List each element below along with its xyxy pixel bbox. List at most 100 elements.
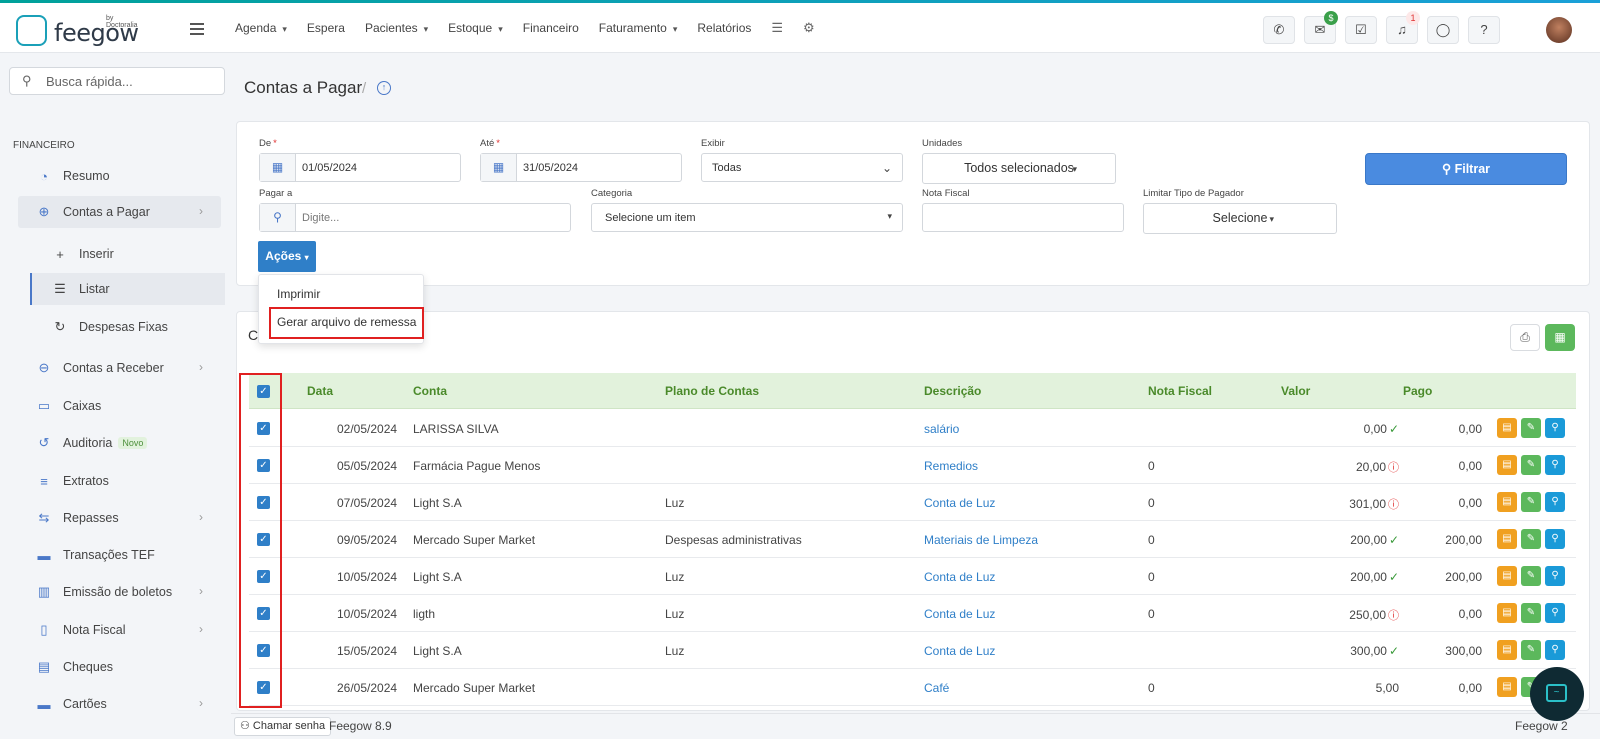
cell-descricao-link[interactable]: Conta de Luz	[924, 644, 995, 658]
table-view-button[interactable]: ▦	[1545, 324, 1575, 351]
top-bar: feegow by Doctoralia Agenda Espera Pacie…	[0, 3, 1600, 53]
cell-descricao-link[interactable]: Conta de Luz	[924, 607, 995, 621]
sidebar-item-listar[interactable]: ☰ Listar	[30, 273, 225, 305]
sidebar-item-despesas-fixas[interactable]: ↻ Despesas Fixas	[18, 311, 221, 343]
view-button[interactable]: ⚲	[1545, 603, 1565, 623]
edit-button[interactable]: ✎	[1521, 566, 1541, 586]
sidebar-item-emissao-boletos[interactable]: ▥ Emissão de boletos ›	[18, 576, 221, 608]
ate-date-value: 31/05/2024	[523, 162, 579, 174]
chat-button[interactable]: ◯	[1427, 16, 1459, 44]
sidebar-item-contas-receber[interactable]: ⊖ Contas a Receber ›	[18, 352, 221, 384]
edit-button[interactable]: ✎	[1521, 603, 1541, 623]
sidebar-item-transacoes-tef[interactable]: ▬ Transações TEF	[18, 539, 221, 571]
receipt-button[interactable]: ▤	[1497, 492, 1517, 512]
print-button[interactable]: ⎙	[1510, 324, 1540, 351]
new-badge: Novo	[118, 437, 148, 449]
nav-agenda[interactable]: Agenda	[235, 21, 287, 35]
support-fab[interactable]: ~	[1530, 667, 1584, 721]
sidebar-item-auditoria[interactable]: ↺ Auditoria Novo	[18, 427, 221, 459]
cell-descricao-link[interactable]: Remedios	[924, 459, 978, 473]
table-row[interactable]: ✓ 05/05/2024 Farmácia Pague Menos Remedios 0…	[249, 447, 1576, 484]
tasks-button[interactable]: ☑	[1345, 16, 1377, 44]
pagar-a-field[interactable]: ⚲ Digite...	[259, 203, 571, 232]
nav-relatorios[interactable]: Relatórios	[697, 21, 751, 35]
view-button[interactable]: ⚲	[1545, 418, 1565, 438]
nav-pacientes[interactable]: Pacientes	[365, 21, 428, 35]
limitar-tipo-dropdown[interactable]: Selecione ▾	[1143, 203, 1337, 234]
cell-descricao-link[interactable]: Café	[924, 681, 949, 695]
cell-descricao-link[interactable]: Materiais de Limpeza	[924, 533, 1038, 547]
table-row[interactable]: ✓ 26/05/2024 Mercado Super Market Café 0 5,00…	[249, 669, 1576, 706]
sidebar-item-cartoes[interactable]: ▬ Cartões ›	[18, 688, 221, 720]
table-header: ✓ Data Conta Plano de Contas Descrição N…	[249, 373, 1576, 409]
receipt-button[interactable]: ▤	[1497, 566, 1517, 586]
sidebar-item-caixas[interactable]: ▭ Caixas	[18, 390, 221, 422]
notifications-button[interactable]: ♫ 1	[1386, 11, 1420, 44]
acoes-button[interactable]: Ações ▾	[258, 241, 316, 272]
view-button[interactable]: ⚲	[1545, 492, 1565, 512]
view-button[interactable]: ⚲	[1545, 455, 1565, 475]
phone-icon: ✆	[1273, 22, 1285, 37]
filtrar-button[interactable]: ⚲ Filtrar	[1365, 153, 1567, 185]
receipt-button[interactable]: ▤	[1497, 529, 1517, 549]
view-button[interactable]: ⚲	[1545, 640, 1565, 660]
edit-button[interactable]: ✎	[1521, 640, 1541, 660]
sidebar-item-nota-fiscal[interactable]: ▯ Nota Fiscal ›	[18, 614, 221, 646]
unidades-dropdown[interactable]: Todos selecionados ▾	[922, 153, 1116, 184]
nota-fiscal-input[interactable]	[922, 203, 1124, 232]
inbox-button[interactable]: ✉ $	[1304, 11, 1338, 44]
col-nota-fiscal[interactable]: Nota Fiscal	[1148, 384, 1212, 398]
table-row[interactable]: ✓ 15/05/2024 Light S.A Luz Conta de Luz 300,0…	[249, 632, 1576, 669]
col-data[interactable]: Data	[307, 384, 333, 398]
database-icon[interactable]: ☰	[771, 20, 783, 36]
sidebar-item-cheques[interactable]: ▤ Cheques	[18, 651, 221, 683]
search-input[interactable]	[46, 72, 216, 90]
col-pago[interactable]: Pago	[1403, 384, 1432, 398]
table-row[interactable]: ✓ 10/05/2024 Light S.A Luz Conta de Luz 0 200,…	[249, 558, 1576, 595]
receipt-button[interactable]: ▤	[1497, 418, 1517, 438]
sidebar-item-repasses[interactable]: ⇆ Repasses ›	[18, 502, 221, 534]
col-plano[interactable]: Plano de Contas	[665, 384, 759, 398]
logo[interactable]: feegow by Doctoralia	[16, 15, 146, 49]
help-button[interactable]: ?	[1468, 16, 1500, 44]
chamar-senha-button[interactable]: ⚇ Chamar senha	[234, 717, 332, 736]
edit-button[interactable]: ✎	[1521, 418, 1541, 438]
receipt-button[interactable]: ▤	[1497, 677, 1517, 697]
view-button[interactable]: ⚲	[1545, 566, 1565, 586]
table-row[interactable]: ✓ 02/05/2024 LARISSA SILVA salário 0,00 ✓ 0,00…	[249, 410, 1576, 447]
de-date-field[interactable]: ▦ 01/05/2024	[259, 153, 461, 182]
edit-button[interactable]: ✎	[1521, 455, 1541, 475]
edit-button[interactable]: ✎	[1521, 492, 1541, 512]
nav-faturamento[interactable]: Faturamento	[599, 21, 678, 35]
table-row[interactable]: ✓ 10/05/2024 ligth Luz Conta de Luz 0 250,00 ⓘ 0…	[249, 595, 1576, 632]
col-descricao[interactable]: Descrição	[924, 384, 981, 398]
table-row[interactable]: ✓ 07/05/2024 Light S.A Luz Conta de Luz 0 301,…	[249, 484, 1576, 521]
cell-descricao-link[interactable]: Conta de Luz	[924, 570, 995, 584]
sidebar-item-inserir[interactable]: + Inserir	[18, 238, 221, 270]
exibir-select[interactable]: Todas ⌄	[701, 153, 903, 182]
menu-item-imprimir[interactable]: Imprimir	[259, 281, 425, 307]
phone-button[interactable]: ✆	[1263, 16, 1295, 44]
receipt-button[interactable]: ▤	[1497, 455, 1517, 475]
menu-toggle-icon[interactable]	[190, 23, 204, 35]
view-button[interactable]: ⚲	[1545, 529, 1565, 549]
col-conta[interactable]: Conta	[413, 384, 447, 398]
edit-button[interactable]: ✎	[1521, 529, 1541, 549]
table-row[interactable]: ✓ 09/05/2024 Mercado Super Market Despesas …	[249, 521, 1576, 558]
highlight-box-checkboxes	[239, 373, 282, 708]
sidebar-item-resumo[interactable]: ◔ Resumo	[18, 160, 221, 192]
col-valor[interactable]: Valor	[1281, 384, 1310, 398]
receipt-button[interactable]: ▤	[1497, 640, 1517, 660]
nav-espera[interactable]: Espera	[307, 21, 345, 35]
ate-date-field[interactable]: ▦ 31/05/2024	[480, 153, 682, 182]
cell-descricao-link[interactable]: salário	[924, 422, 959, 436]
cell-descricao-link[interactable]: Conta de Luz	[924, 496, 995, 510]
sidebar-item-contas-pagar[interactable]: ⊕ Contas a Pagar ›	[18, 196, 221, 228]
receipt-button[interactable]: ▤	[1497, 603, 1517, 623]
avatar[interactable]	[1546, 17, 1572, 43]
nav-financeiro[interactable]: Financeiro	[523, 21, 579, 35]
sidebar-item-extratos[interactable]: ≡ Extratos	[18, 465, 221, 497]
gear-icon[interactable]: ⚙	[803, 20, 815, 36]
categoria-select[interactable]: Selecione um item ▾	[591, 203, 903, 232]
nav-estoque[interactable]: Estoque	[448, 21, 503, 35]
